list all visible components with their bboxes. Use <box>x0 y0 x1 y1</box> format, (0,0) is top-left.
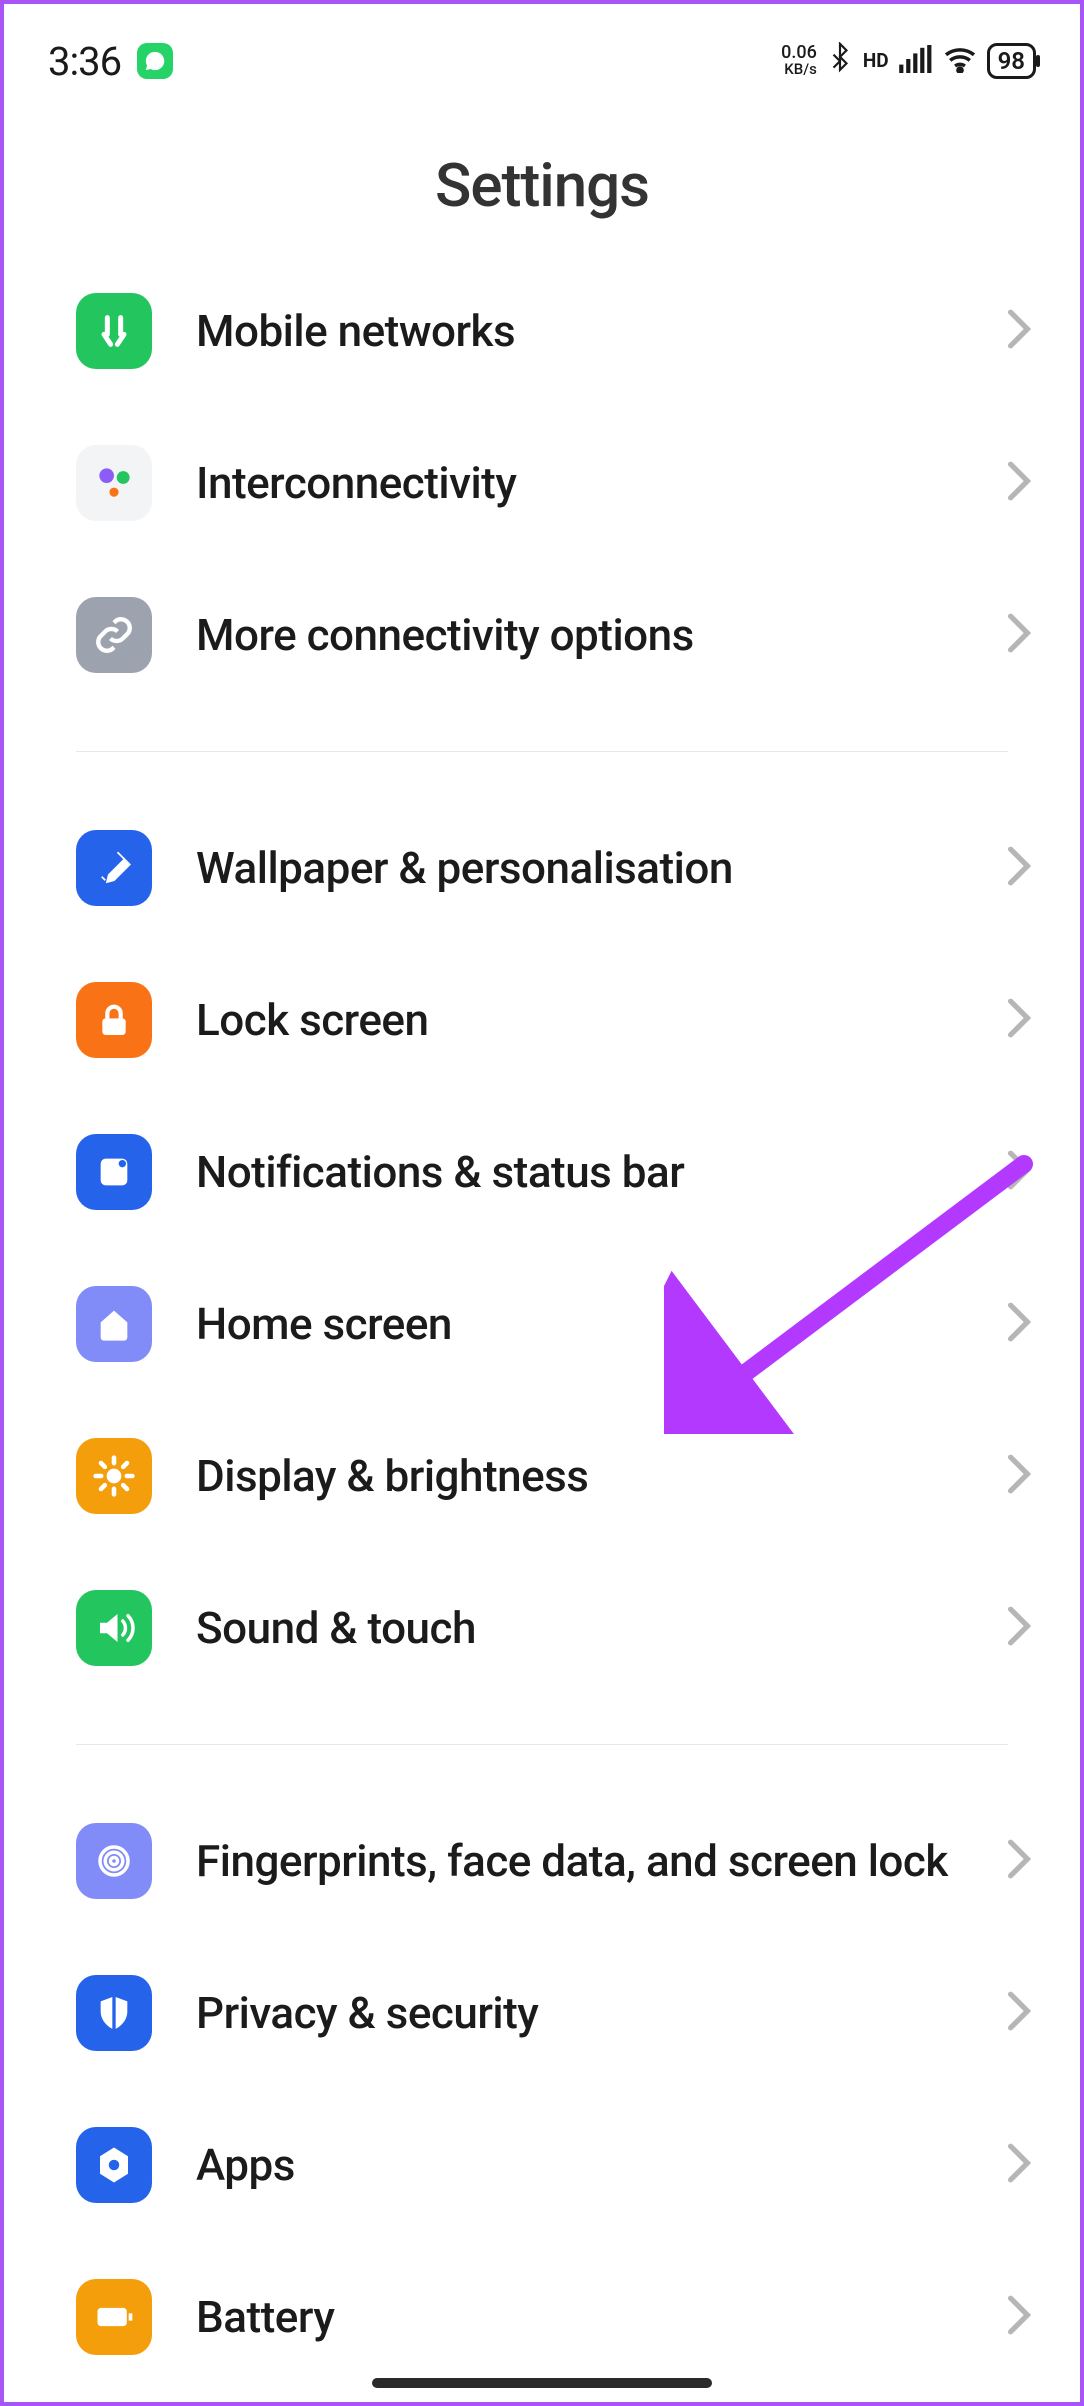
sun-icon <box>76 1438 152 1514</box>
chevron-right-icon <box>1006 308 1032 354</box>
shield-icon <box>76 1975 152 2051</box>
whatsapp-icon <box>137 43 173 79</box>
home-indicator[interactable] <box>372 2378 712 2388</box>
chevron-right-icon <box>1006 1990 1032 2036</box>
section-divider <box>76 1744 1008 1745</box>
row-label: Display & brightness <box>196 1449 962 1504</box>
chevron-right-icon <box>1006 997 1032 1043</box>
chevron-right-icon <box>1006 1605 1032 1651</box>
row-label: More connectivity options <box>196 608 962 663</box>
row-more-connectivity[interactable]: More connectivity options <box>4 559 1080 711</box>
row-display[interactable]: Display & brightness <box>4 1400 1080 1552</box>
status-bar-right: 0.06 KB/s HD 98 <box>781 42 1036 80</box>
row-biometrics[interactable]: Fingerprints, face data, and screen lock <box>4 1785 1080 1937</box>
chevron-right-icon <box>1006 612 1032 658</box>
row-label: Home screen <box>196 1297 962 1352</box>
row-privacy[interactable]: Privacy & security <box>4 1937 1080 2089</box>
speaker-icon <box>76 1590 152 1666</box>
home-icon <box>76 1286 152 1362</box>
link-icon <box>76 597 152 673</box>
row-notifications[interactable]: Notifications & status bar <box>4 1096 1080 1248</box>
row-interconnectivity[interactable]: Interconnectivity <box>4 407 1080 559</box>
row-home-screen[interactable]: Home screen <box>4 1248 1080 1400</box>
chevron-right-icon <box>1006 1453 1032 1499</box>
row-label: Battery <box>196 2290 962 2345</box>
row-label: Privacy & security <box>196 1986 962 2041</box>
wifi-icon <box>943 45 977 77</box>
row-label: Fingerprints, face data, and screen lock <box>196 1834 962 1889</box>
row-battery[interactable]: Battery <box>4 2241 1080 2393</box>
chevron-right-icon <box>1006 1301 1032 1347</box>
row-mobile-networks[interactable]: Mobile networks <box>4 255 1080 407</box>
row-label: Notifications & status bar <box>196 1145 962 1200</box>
battery-icon <box>76 2279 152 2355</box>
row-lock-screen[interactable]: Lock screen <box>4 944 1080 1096</box>
hd-indicator: HD <box>863 52 889 69</box>
chevron-right-icon <box>1006 460 1032 506</box>
sim-icon <box>76 293 152 369</box>
net-speed-indicator: 0.06 KB/s <box>781 45 817 77</box>
row-label: Lock screen <box>196 993 962 1048</box>
chevron-right-icon <box>1006 1149 1032 1195</box>
tile-icon <box>76 1134 152 1210</box>
lock-icon <box>76 982 152 1058</box>
signal-icon <box>899 45 933 77</box>
chevron-right-icon <box>1006 1838 1032 1884</box>
net-speed-unit: KB/s <box>784 60 817 78</box>
row-label: Wallpaper & personalisation <box>196 841 962 896</box>
section-divider <box>76 751 1008 752</box>
row-apps[interactable]: Apps <box>4 2089 1080 2241</box>
battery-indicator: 98 <box>987 43 1036 79</box>
row-label: Interconnectivity <box>196 456 962 511</box>
row-label: Mobile networks <box>196 304 962 359</box>
row-label: Sound & touch <box>196 1601 962 1656</box>
status-bar: 3:36 0.06 KB/s HD 98 <box>4 4 1080 104</box>
brush-icon <box>76 830 152 906</box>
chevron-right-icon <box>1006 2294 1032 2340</box>
dots-icon <box>76 445 152 521</box>
settings-list: Mobile networks Interconnectivity More c… <box>4 255 1080 2393</box>
chevron-right-icon <box>1006 2142 1032 2188</box>
hex-icon <box>76 2127 152 2203</box>
fingerprint-icon <box>76 1823 152 1899</box>
chevron-right-icon <box>1006 845 1032 891</box>
bluetooth-icon <box>827 42 853 80</box>
status-bar-left: 3:36 <box>48 38 173 85</box>
row-sound[interactable]: Sound & touch <box>4 1552 1080 1704</box>
status-time: 3:36 <box>48 38 121 85</box>
row-label: Apps <box>196 2138 962 2193</box>
page-title: Settings <box>4 104 1080 255</box>
row-wallpaper[interactable]: Wallpaper & personalisation <box>4 792 1080 944</box>
